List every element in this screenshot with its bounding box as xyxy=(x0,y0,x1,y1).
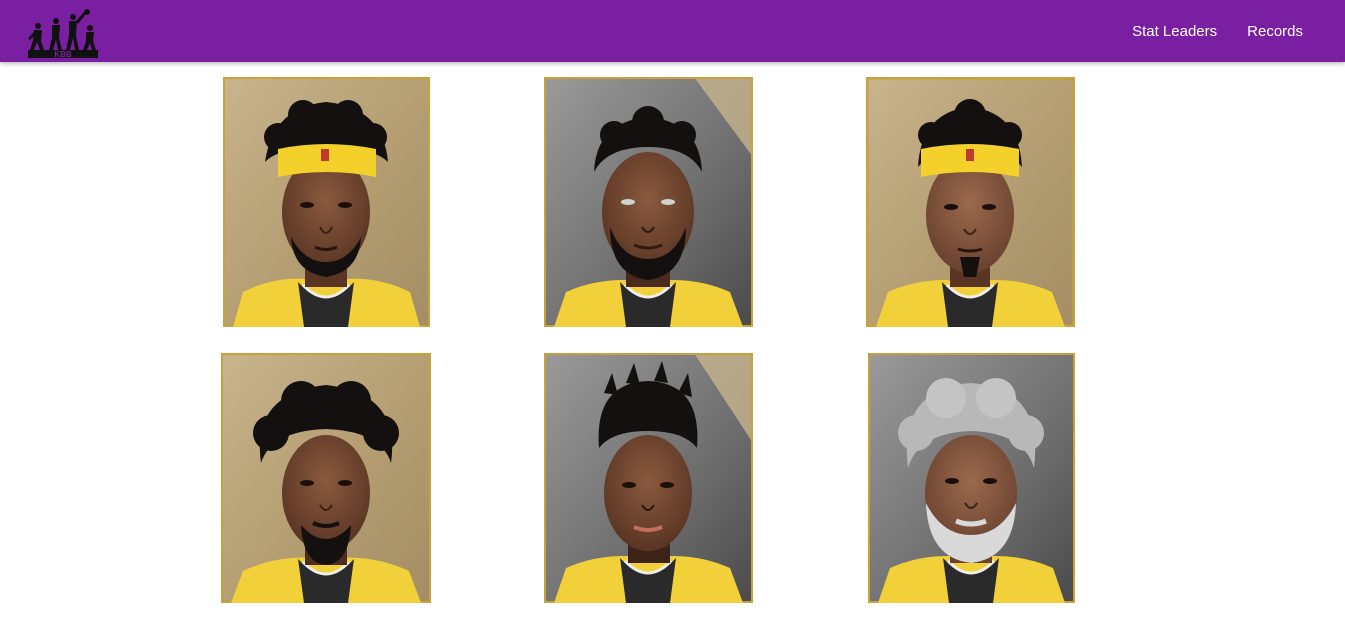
site-logo[interactable]: KBB xyxy=(26,8,100,59)
player-grid xyxy=(0,62,1345,622)
player-card-6[interactable] xyxy=(868,353,1075,603)
basketball-players-logo-icon: KBB xyxy=(28,9,98,59)
player-card-3[interactable] xyxy=(866,77,1075,327)
main-nav: Stat Leaders Records xyxy=(1132,0,1303,62)
player-card-1[interactable] xyxy=(223,77,430,327)
player-card-4[interactable] xyxy=(221,353,431,603)
player-card-2[interactable] xyxy=(544,77,753,327)
logo-lettering: KBB xyxy=(54,50,72,58)
nav-link-records[interactable]: Records xyxy=(1247,23,1303,40)
top-navbar: KBB Stat Leaders Records xyxy=(0,0,1345,62)
player-card-5[interactable] xyxy=(544,353,753,603)
nav-link-stat-leaders[interactable]: Stat Leaders xyxy=(1132,23,1217,40)
